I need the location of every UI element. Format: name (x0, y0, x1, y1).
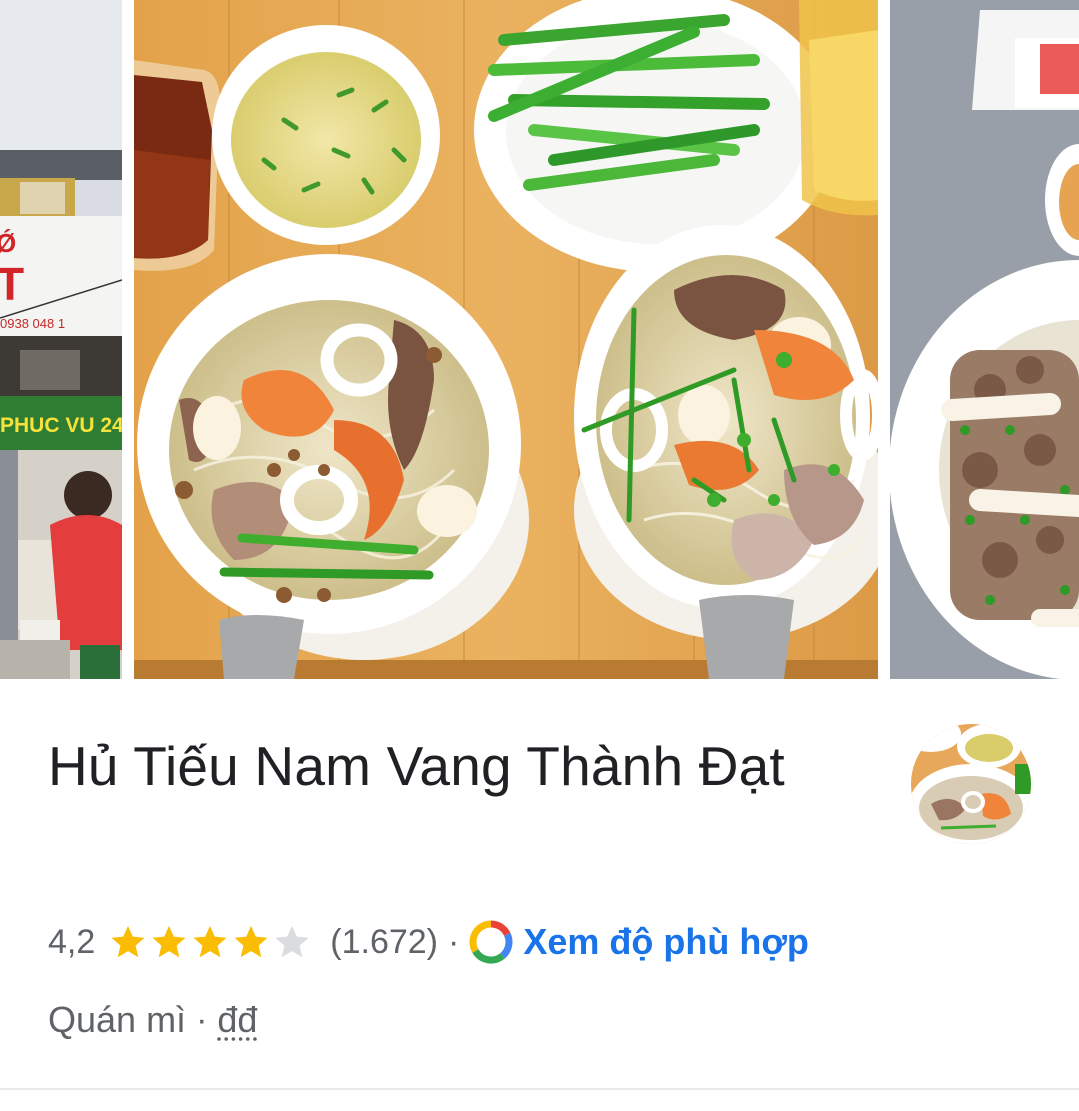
place-info-panel: Hủ Tiếu Nam Vang Thành Đạt 4,2 (1.672) ·… (0, 679, 1079, 1111)
photo-noodle-bowl[interactable] (890, 0, 1079, 679)
storefront-phone-text: 0938 048 1 (0, 316, 65, 331)
rating-row: 4,2 (1.672) · Xem độ phù hợp (48, 917, 809, 967)
star-filled-icon (152, 925, 186, 958)
storefront-banner-text: PHUC VU 24 (0, 414, 122, 437)
separator-dot: · (448, 922, 460, 961)
star-filled-icon (193, 925, 227, 958)
star-empty-icon (275, 925, 309, 958)
star-filled-icon (111, 925, 145, 958)
star-rating (109, 923, 314, 961)
photo-dishes[interactable] (134, 0, 878, 679)
place-card: Ǿ T 0938 048 1 PHUC VU 24 Hủ Tiếu Nam Va… (0, 0, 1079, 1111)
star-filled-icon (234, 925, 268, 958)
rating-value: 4,2 (48, 922, 96, 961)
divider (0, 1088, 1079, 1090)
google-g-ring-icon[interactable] (469, 920, 513, 964)
svg-text:T: T (0, 258, 24, 310)
category-row: Quán mì · đđ (48, 995, 257, 1045)
separator-dot: · (196, 1000, 208, 1039)
place-thumbnail[interactable] (911, 724, 1031, 844)
place-category: Quán mì (48, 999, 187, 1040)
photo-storefront[interactable]: Ǿ T 0938 048 1 PHUC VU 24 (0, 0, 122, 679)
photo-carousel[interactable]: Ǿ T 0938 048 1 PHUC VU 24 (0, 0, 1079, 679)
svg-text:Ǿ: Ǿ (0, 228, 16, 258)
price-level[interactable]: đđ (217, 999, 257, 1041)
see-match-link[interactable]: Xem độ phù hợp (523, 921, 809, 963)
place-title: Hủ Tiếu Nam Vang Thành Đạt (48, 735, 785, 797)
review-count[interactable]: (1.672) (330, 923, 438, 962)
